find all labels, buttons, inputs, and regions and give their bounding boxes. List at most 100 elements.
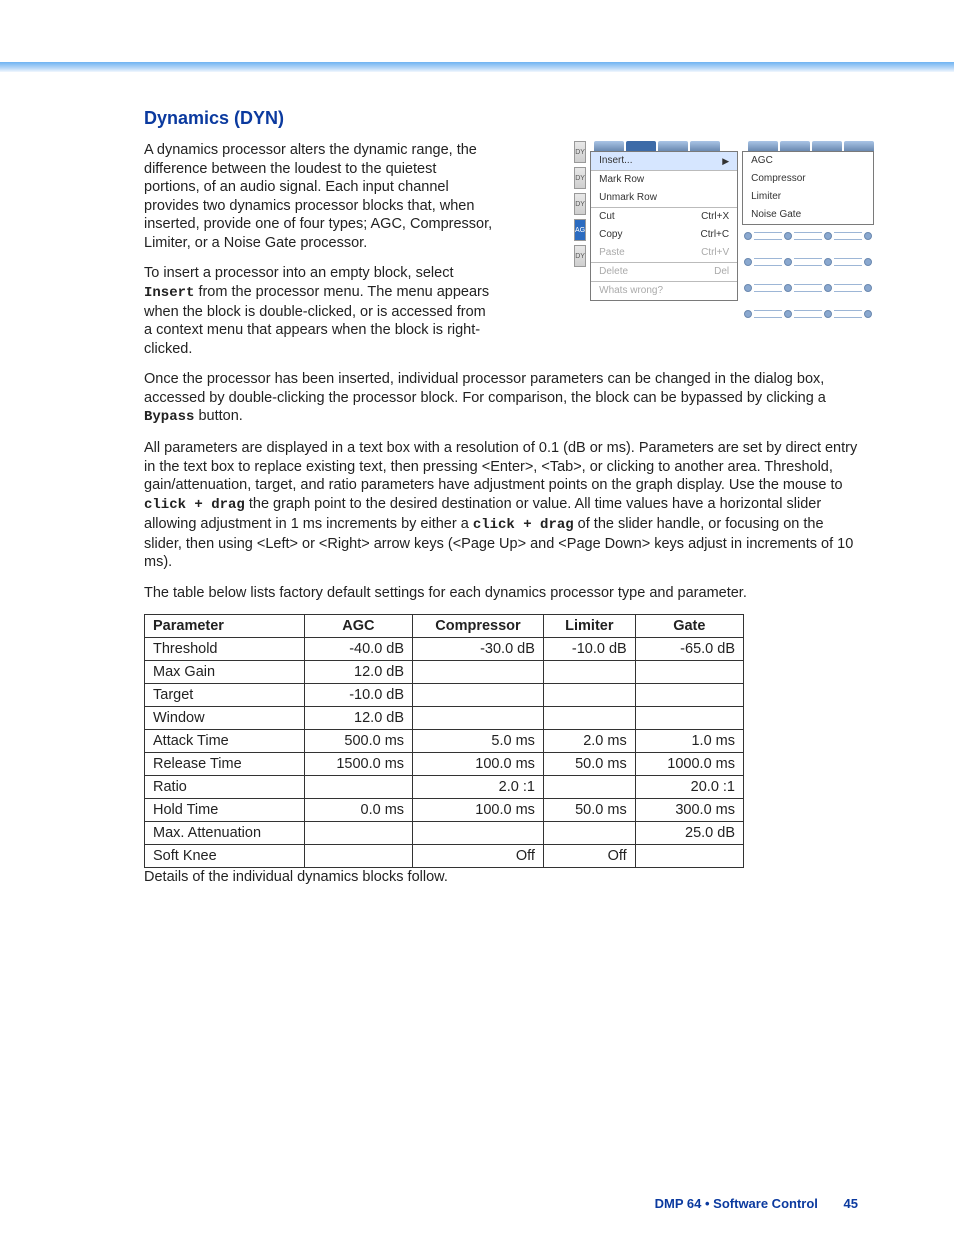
wire-segment xyxy=(754,310,782,318)
table-cell: -65.0 dB xyxy=(635,638,743,661)
intro-paragraph-1: A dynamics processor alters the dynamic … xyxy=(144,141,494,252)
footer-title: DMP 64 • Software Control xyxy=(655,1196,818,1211)
processor-slot: DY xyxy=(574,193,586,215)
insert-keyword: Insert xyxy=(144,285,194,301)
table-cell: 2.0 ms xyxy=(543,730,635,753)
insert-submenu-item: Compressor xyxy=(743,170,873,188)
table-parameter-name: Hold Time xyxy=(145,799,305,822)
click-drag-keyword-1: click + drag xyxy=(144,497,245,513)
table-cell: Off xyxy=(413,845,544,868)
wire-segment xyxy=(834,232,862,240)
table-cell xyxy=(635,845,743,868)
bypass-keyword: Bypass xyxy=(144,409,194,425)
wire-node-icon xyxy=(744,232,752,240)
table-cell xyxy=(543,822,635,845)
table-row: Max Gain12.0 dB xyxy=(145,661,744,684)
context-menu-item-label: Cut xyxy=(599,210,615,224)
table-cell xyxy=(304,822,412,845)
context-menu-figure: DYDYDYAGDY Insert...▶Mark RowUnmark RowC… xyxy=(574,141,864,329)
table-cell: 0.0 ms xyxy=(304,799,412,822)
context-menu-item: Delete Del xyxy=(591,262,737,281)
table-row: Window12.0 dB xyxy=(145,707,744,730)
table-cell xyxy=(635,684,743,707)
p2-text-a: To insert a processor into an empty bloc… xyxy=(144,265,453,281)
figure-tabs-right xyxy=(742,141,874,151)
table-cell: -10.0 dB xyxy=(543,638,635,661)
wire-node-icon xyxy=(784,232,792,240)
p2-text-b: from the processor menu. The menu appear… xyxy=(144,284,489,357)
processor-slot: AG xyxy=(574,219,586,241)
wire-node-icon xyxy=(744,284,752,292)
context-menu: Insert... ▶ Mark Row Unmark Row CutCtrl+XCop… xyxy=(590,151,738,301)
context-menu-item: Insert... ▶ xyxy=(591,152,737,170)
context-menu-item-label: Unmark Row xyxy=(599,191,657,205)
section-title: Dynamics (DYN) xyxy=(144,108,864,129)
table-cell xyxy=(304,776,412,799)
insert-submenu: AGCCompressorLimiterNoise Gate xyxy=(742,151,874,225)
wire-node-icon xyxy=(744,310,752,318)
wire-node-icon xyxy=(824,284,832,292)
table-cell: 12.0 dB xyxy=(304,661,412,684)
table-cell: -30.0 dB xyxy=(413,638,544,661)
table-cell xyxy=(413,661,544,684)
table-parameter-name: Target xyxy=(145,684,305,707)
table-row: Max. Attenuation25.0 dB xyxy=(145,822,744,845)
wire-node-icon xyxy=(744,258,752,266)
click-drag-keyword-2: click + drag xyxy=(473,517,574,533)
figure-tabs xyxy=(590,141,738,151)
table-cell: 100.0 ms xyxy=(413,799,544,822)
table-cell xyxy=(304,845,412,868)
table-cell: 1000.0 ms xyxy=(635,753,743,776)
table-header: AGC xyxy=(304,615,412,638)
context-menu-item-label: Delete xyxy=(599,265,628,279)
table-cell xyxy=(635,707,743,730)
table-row: Ratio2.0 :120.0 :1 xyxy=(145,776,744,799)
wire-segment xyxy=(754,258,782,266)
wire-node-icon xyxy=(784,284,792,292)
table-cell: 25.0 dB xyxy=(635,822,743,845)
paragraph-3: Once the processor has been inserted, in… xyxy=(144,370,864,427)
context-menu-item-label: Insert... xyxy=(599,154,632,168)
table-cell xyxy=(543,776,635,799)
context-menu-item: Mark Row xyxy=(591,170,737,189)
table-cell xyxy=(413,707,544,730)
table-cell: 1500.0 ms xyxy=(304,753,412,776)
table-parameter-name: Threshold xyxy=(145,638,305,661)
table-cell: 500.0 ms xyxy=(304,730,412,753)
processor-slot-column: DYDYDYAGDY xyxy=(574,141,586,329)
table-cell: -10.0 dB xyxy=(304,684,412,707)
page-top-gradient xyxy=(0,62,954,72)
context-menu-item: CutCtrl+X xyxy=(591,207,737,226)
wire-segment xyxy=(834,258,862,266)
table-parameter-name: Attack Time xyxy=(145,730,305,753)
table-row: Release Time1500.0 ms100.0 ms50.0 ms1000… xyxy=(145,753,744,776)
page-footer: DMP 64 • Software Control 45 xyxy=(655,1196,858,1211)
wire-node-icon xyxy=(784,310,792,318)
table-row: Hold Time0.0 ms100.0 ms50.0 ms300.0 ms xyxy=(145,799,744,822)
wire-segment xyxy=(754,232,782,240)
table-header: Compressor xyxy=(413,615,544,638)
wire-row xyxy=(742,225,874,247)
wire-segment xyxy=(794,258,822,266)
context-menu-shortcut: Ctrl+V xyxy=(701,246,729,260)
table-cell xyxy=(413,822,544,845)
table-cell: 300.0 ms xyxy=(635,799,743,822)
context-menu-item: CopyCtrl+C xyxy=(591,226,737,244)
after-table-text: Details of the individual dynamics block… xyxy=(144,868,864,887)
table-cell xyxy=(543,707,635,730)
context-menu-item: Whats wrong? xyxy=(591,281,737,300)
wire-segment xyxy=(834,284,862,292)
paragraph-5: The table below lists factory default se… xyxy=(144,584,864,603)
submenu-arrow-icon: ▶ xyxy=(722,154,729,168)
table-parameter-name: Ratio xyxy=(145,776,305,799)
processor-slot: DY xyxy=(574,141,586,163)
processor-slot: DY xyxy=(574,245,586,267)
table-cell: 12.0 dB xyxy=(304,707,412,730)
table-cell: 50.0 ms xyxy=(543,753,635,776)
wire-node-icon xyxy=(864,310,872,318)
context-menu-shortcut: Ctrl+C xyxy=(701,228,730,242)
table-header: Limiter xyxy=(543,615,635,638)
context-menu-shortcut: Del xyxy=(714,265,729,279)
table-row: Target-10.0 dB xyxy=(145,684,744,707)
footer-page-number: 45 xyxy=(844,1196,858,1211)
